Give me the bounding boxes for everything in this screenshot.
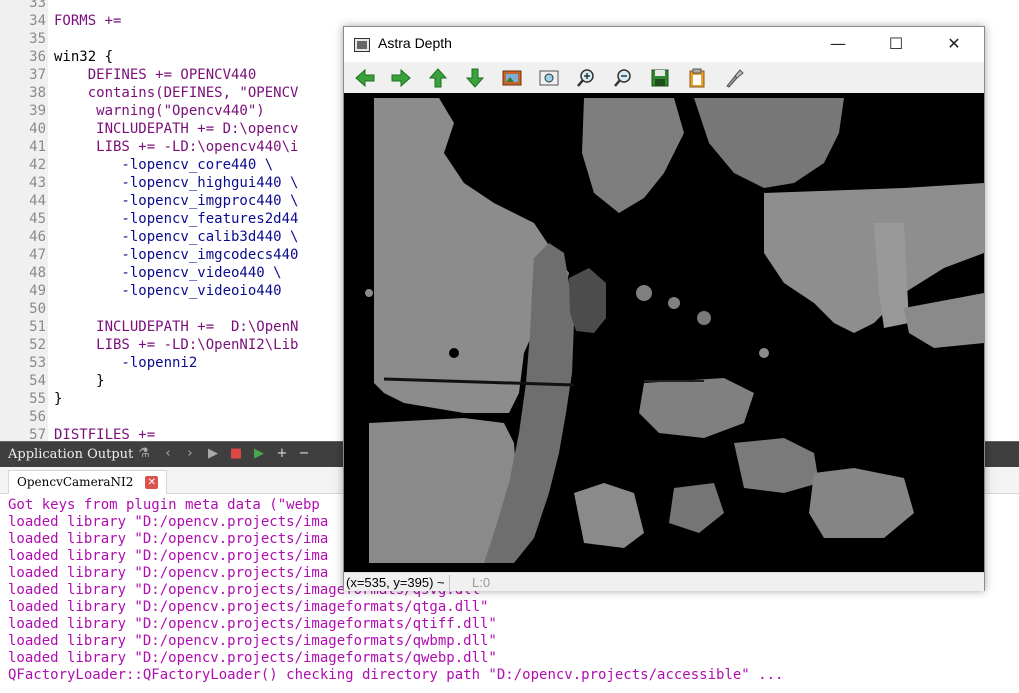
run-icon[interactable]: ▶ xyxy=(205,446,221,462)
line-number: 56 xyxy=(29,409,46,425)
code-line: contains(DEFINES, "OPENCV xyxy=(54,85,299,101)
line-number: 36 xyxy=(29,49,46,65)
line-number: 33 xyxy=(29,0,46,11)
status-bar: (x=535, y=395) ~ L:0 xyxy=(344,572,984,591)
image-toolbar xyxy=(344,62,984,93)
line-number: 45 xyxy=(29,211,46,227)
astra-depth-window: Astra Depth — ☐ ✕ (x=535, y=395) ~ L:0 xyxy=(343,26,985,591)
line-number: 46 xyxy=(29,229,46,245)
line-number: 48 xyxy=(29,265,46,281)
close-button[interactable]: ✕ xyxy=(926,27,982,62)
line-number: 35 xyxy=(29,31,46,47)
stop-icon[interactable]: ■ xyxy=(228,446,244,462)
zoom-in-icon[interactable] xyxy=(575,67,597,89)
arrow-right-icon[interactable] xyxy=(390,67,412,89)
line-number: 40 xyxy=(29,121,46,137)
arrow-down-icon[interactable] xyxy=(464,67,486,89)
add-icon[interactable]: + xyxy=(274,446,290,462)
remove-icon[interactable]: − xyxy=(296,446,312,462)
line-number: 50 xyxy=(29,301,46,317)
line-number-gutter: 33 34 35 36 37 38 39 40 41 42 43 44 45 46 47 48 49 50 51 52… xyxy=(0,0,48,441)
filter-icon[interactable]: ⚗ xyxy=(136,446,152,462)
next-icon[interactable]: › xyxy=(182,446,198,462)
output-line: loaded library "D:/opencv.projects/image… xyxy=(8,616,497,632)
line-number: 43 xyxy=(29,175,46,191)
line-number: 37 xyxy=(29,67,46,83)
depth-image-canvas[interactable] xyxy=(344,93,984,572)
cursor-coordinates: (x=535, y=395) ~ xyxy=(346,575,450,591)
line-number: 38 xyxy=(29,85,46,101)
line-number: 54 xyxy=(29,373,46,389)
code-line: LIBS += -LD:\OpenNI2\Lib xyxy=(54,337,299,353)
code-line: LIBS += -LD:\opencv440\i xyxy=(54,139,299,155)
code-line: -lopencv_highgui440 \ xyxy=(54,175,299,191)
attach-debugger-icon[interactable]: ▶ xyxy=(251,446,267,462)
output-line: Got keys from plugin meta data ("webp xyxy=(8,497,320,513)
code-line: -lopencv_imgproc440 \ xyxy=(54,193,299,209)
line-number: 34 xyxy=(29,13,46,29)
minimize-button[interactable]: — xyxy=(810,27,866,62)
close-tab-icon[interactable]: ✕ xyxy=(145,476,159,489)
output-line: loaded library "D:/opencv.projects/ima xyxy=(8,531,329,547)
output-line: QFactoryLoader::QFactoryLoader() checkin… xyxy=(8,667,784,683)
window-title: Astra Depth xyxy=(378,35,452,51)
zoom-out-icon[interactable] xyxy=(612,67,634,89)
output-pane-title: Application Output xyxy=(8,447,134,462)
window-titlebar[interactable]: Astra Depth — ☐ ✕ xyxy=(344,27,984,62)
code-line: win32 { xyxy=(54,49,114,65)
app-icon xyxy=(354,38,370,52)
image-icon[interactable] xyxy=(501,67,523,89)
arrow-left-icon[interactable] xyxy=(354,67,376,89)
previous-icon[interactable]: ‹ xyxy=(160,446,176,462)
output-line: loaded library "D:/opencv.projects/ima xyxy=(8,548,329,564)
code-line: DISTFILES += xyxy=(54,427,156,441)
line-number: 42 xyxy=(29,157,46,173)
code-line: -lopencv_imgcodecs440 xyxy=(54,247,299,263)
code-line: } xyxy=(54,373,105,389)
arrow-up-icon[interactable] xyxy=(427,67,449,89)
code-line: -lopencv_video440 \ xyxy=(54,265,282,281)
line-number: 41 xyxy=(29,139,46,155)
code-line: -lopencv_videoio440 xyxy=(54,283,282,299)
line-number: 53 xyxy=(29,355,46,371)
maximize-button[interactable]: ☐ xyxy=(868,27,924,62)
output-line: loaded library "D:/opencv.projects/ima xyxy=(8,514,329,530)
code-line: } xyxy=(54,391,63,407)
code-line: warning("Opencv440") xyxy=(54,103,265,119)
code-line: -lopencv_features2d44 xyxy=(54,211,299,227)
code-line: DEFINES += OPENCV440 xyxy=(54,67,257,83)
code-line: -lopencv_calib3d440 \ xyxy=(54,229,299,245)
line-number: 57 xyxy=(29,427,46,441)
code-line: INCLUDEPATH += D:\opencv xyxy=(54,121,299,137)
code-line: -lopencv_core440 \ xyxy=(54,157,274,173)
line-number: 49 xyxy=(29,283,46,299)
output-line: loaded library "D:/opencv.projects/image… xyxy=(8,633,497,649)
tab-opencvcamerani2[interactable]: OpencvCameraNI2 ✕ xyxy=(8,470,168,494)
line-number: 44 xyxy=(29,193,46,209)
output-line: loaded library "D:/opencv.projects/image… xyxy=(8,599,489,615)
copy-icon[interactable] xyxy=(686,67,708,89)
properties-icon[interactable] xyxy=(723,67,745,89)
code-line: -lopenni2 xyxy=(54,355,198,371)
output-line: loaded library "D:/opencv.projects/ima xyxy=(8,565,329,581)
save-icon[interactable] xyxy=(649,67,671,89)
line-number: 52 xyxy=(29,337,46,353)
output-line: loaded library "D:/opencv.projects/image… xyxy=(8,650,497,666)
depth-image xyxy=(344,93,984,572)
level-indicator: L:0 xyxy=(472,575,491,590)
line-number: 47 xyxy=(29,247,46,263)
line-number: 55 xyxy=(29,391,46,407)
line-number: 39 xyxy=(29,103,46,119)
code-line: FORMS += xyxy=(54,13,122,29)
code-line: INCLUDEPATH += D:\OpenN xyxy=(54,319,299,335)
line-number: 51 xyxy=(29,319,46,335)
zoom-fit-icon[interactable] xyxy=(538,67,560,89)
tab-label: OpencvCameraNI2 xyxy=(17,475,134,489)
